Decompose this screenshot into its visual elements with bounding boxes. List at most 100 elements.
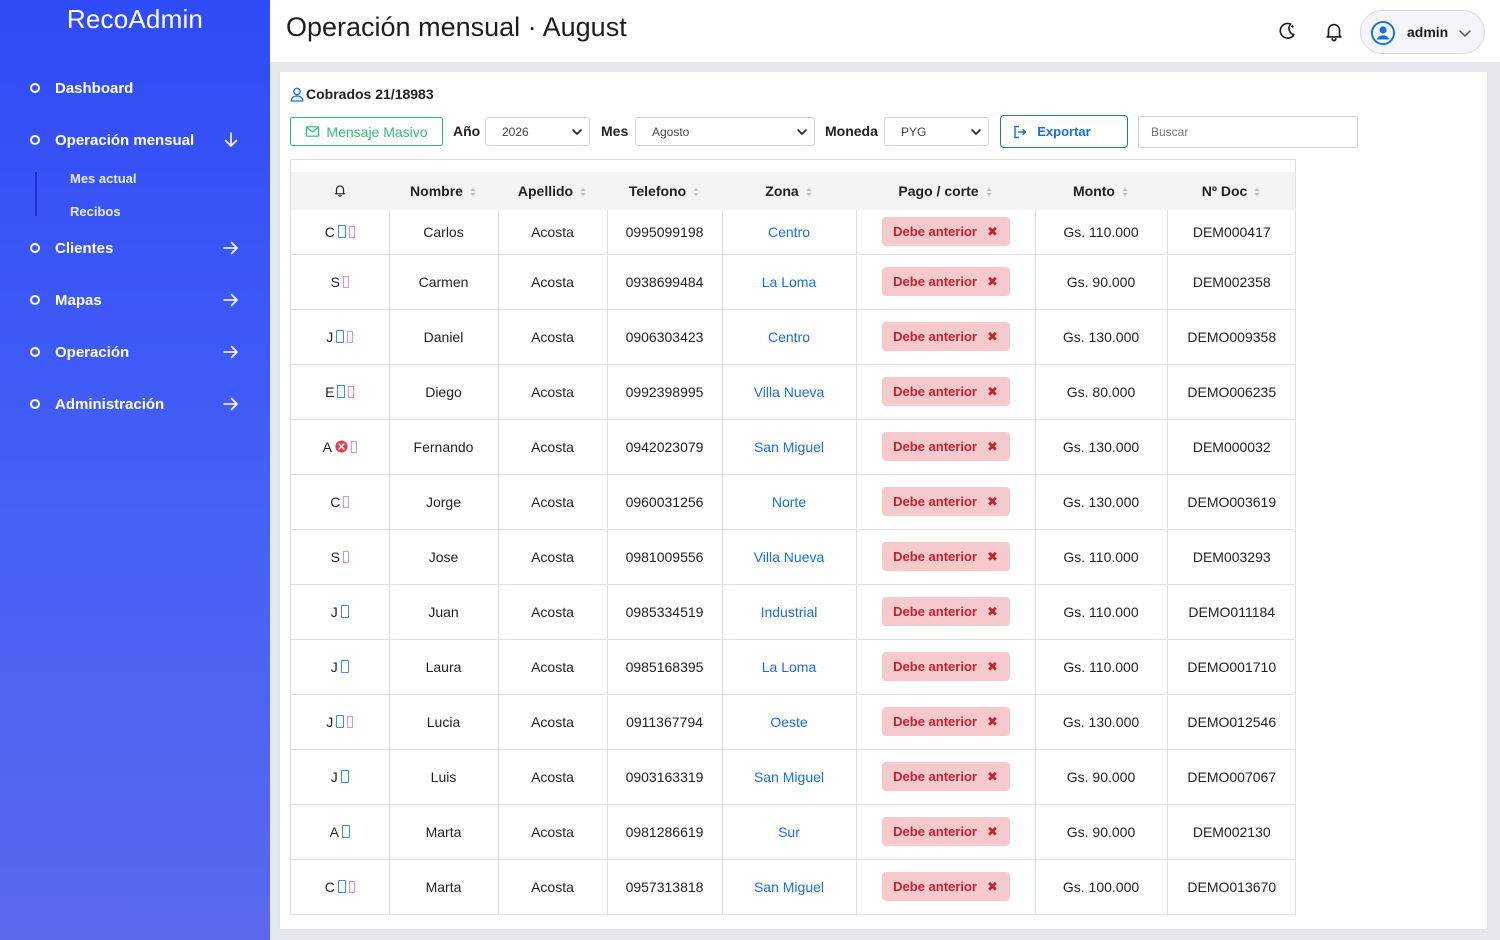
phone-icon[interactable]	[337, 880, 346, 893]
status-badge[interactable]: Debe anterior ✖	[881, 322, 1010, 351]
zona-link[interactable]: Sur	[778, 824, 800, 840]
table-row[interactable]: E Diego Acosta 0992398995 Villa Nueva Debe an…	[291, 364, 1295, 420]
status-badge[interactable]: Debe anterior ✖	[881, 872, 1010, 901]
sort-icon	[693, 188, 699, 197]
status-badge[interactable]: Debe anterior ✖	[881, 817, 1010, 846]
sidebar-item-administracion[interactable]: Administración	[0, 388, 270, 420]
sidebar-subitem-recibos[interactable]: Recibos	[70, 204, 121, 219]
doc-cell: DEMO007067	[1167, 749, 1295, 805]
phone-icon[interactable]	[340, 660, 349, 673]
doc-cell: DEM002130	[1167, 804, 1295, 860]
col-monto[interactable]: Monto	[1035, 172, 1167, 210]
arrow-right-icon	[223, 397, 238, 411]
table-row[interactable]: A Fernando Acosta 0942023079 San Miguel Debe …	[291, 419, 1295, 475]
clients-table: Nombre Apellido Telefono Zona Pago / cor…	[290, 159, 1296, 915]
col-pago[interactable]: Pago / corte	[856, 172, 1035, 210]
theme-toggle-icon[interactable]	[1276, 20, 1298, 42]
phone-icon[interactable]	[341, 825, 350, 838]
table-row[interactable]: S Carmen Acosta 0938699484 La Loma Debe anter…	[291, 254, 1295, 310]
table-row[interactable]: C Carlos Acosta 0995099198 Centro Debe anteri…	[291, 210, 1295, 255]
message-icon[interactable]	[350, 440, 357, 453]
sidebar-subitem-mes-actual[interactable]: Mes actual	[70, 171, 136, 186]
message-icon[interactable]	[348, 225, 355, 238]
sidebar-item-operacion-mensual[interactable]: Operación mensual	[0, 124, 270, 156]
brand-logo[interactable]: RecoAdmin	[0, 4, 270, 35]
zona-link[interactable]: Centro	[768, 329, 810, 345]
circle-icon	[30, 347, 40, 357]
monto-cell: Gs. 90.000	[1035, 254, 1168, 310]
message-icon[interactable]	[347, 330, 354, 343]
message-icon[interactable]	[342, 550, 349, 563]
table-row[interactable]: J Daniel Acosta 0906303423 Centro Debe anteri…	[291, 309, 1295, 365]
status-badge[interactable]: Debe anterior ✖	[881, 432, 1010, 461]
message-icon[interactable]	[348, 880, 355, 893]
status-badge[interactable]: Debe anterior ✖	[881, 707, 1010, 736]
message-icon[interactable]	[342, 275, 349, 288]
mes-select[interactable]: Agosto	[635, 117, 815, 146]
status-badge[interactable]: Debe anterior ✖	[881, 217, 1010, 247]
phone-icon[interactable]	[340, 605, 349, 618]
col-doc[interactable]: Nº Doc	[1167, 172, 1295, 210]
table-row[interactable]: J Lucia Acosta 0911367794 Oeste Debe anterior…	[291, 694, 1295, 750]
zona-link[interactable]: Villa Nueva	[754, 549, 825, 565]
message-icon[interactable]	[347, 715, 354, 728]
close-icon: ✖	[986, 878, 998, 894]
zona-link[interactable]: Oeste	[770, 714, 807, 730]
phone-icon[interactable]	[340, 770, 349, 783]
zona-link[interactable]: Industrial	[761, 604, 818, 620]
sidebar-item-dashboard[interactable]: Dashboard	[0, 72, 270, 104]
sidebar-item-clientes[interactable]: Clientes	[0, 232, 270, 264]
table-row[interactable]: A Marta Acosta 0981286619 Sur Debe anterior ✖ G…	[291, 804, 1295, 860]
table-row[interactable]: C Jorge Acosta 0960031256 Norte Debe anterior…	[291, 474, 1295, 530]
status-badge[interactable]: Debe anterior ✖	[881, 542, 1010, 571]
col-zona[interactable]: Zona	[722, 172, 856, 210]
col-notify[interactable]	[291, 172, 389, 210]
telefono-cell: 0985334519	[607, 584, 723, 640]
table-row[interactable]: J Luis Acosta 0903163319 San Miguel Debe ante…	[291, 749, 1295, 805]
user-menu[interactable]: admin	[1360, 10, 1485, 54]
col-telefono[interactable]: Telefono	[607, 172, 722, 210]
zona-link[interactable]: San Miguel	[754, 879, 824, 895]
phone-icon[interactable]	[336, 330, 345, 343]
status-badge[interactable]: Debe anterior ✖	[881, 597, 1010, 626]
col-apellido[interactable]: Apellido	[498, 172, 607, 210]
phone-icon[interactable]	[336, 715, 345, 728]
zona-link[interactable]: La Loma	[762, 274, 816, 290]
telefono-cell: 0957313818	[607, 859, 723, 914]
cobrados-text: Cobrados 21/18983	[306, 86, 434, 102]
status-badge[interactable]: Debe anterior ✖	[881, 267, 1010, 296]
search-input[interactable]	[1138, 116, 1358, 148]
status-badge[interactable]: Debe anterior ✖	[881, 377, 1010, 406]
message-icon[interactable]	[348, 385, 355, 398]
status-badge[interactable]: Debe anterior ✖	[881, 652, 1010, 681]
zona-cell: Centro	[722, 309, 857, 365]
table-row[interactable]: S Jose Acosta 0981009556 Villa Nueva Debe ant…	[291, 529, 1295, 585]
zona-link[interactable]: Norte	[772, 494, 806, 510]
phone-icon[interactable]	[337, 225, 346, 239]
table-row[interactable]: J Laura Acosta 0985168395 La Loma Debe anteri…	[291, 639, 1295, 695]
anio-select[interactable]: 2026	[485, 117, 590, 146]
message-icon[interactable]	[343, 495, 350, 508]
zona-link[interactable]: Villa Nueva	[754, 384, 825, 400]
zona-link[interactable]: Centro	[768, 224, 810, 240]
sidebar-item-operacion[interactable]: Operación	[0, 336, 270, 368]
status-badge[interactable]: Debe anterior ✖	[881, 487, 1010, 516]
moneda-select[interactable]: PYG	[884, 117, 989, 146]
telefono-cell: 0903163319	[607, 749, 723, 805]
zona-link[interactable]: San Miguel	[754, 769, 824, 785]
zona-link[interactable]: San Miguel	[754, 439, 824, 455]
sort-icon	[986, 188, 992, 197]
status-badge[interactable]: Debe anterior ✖	[881, 762, 1010, 791]
badge-label: Debe anterior	[893, 714, 977, 729]
zona-link[interactable]: La Loma	[762, 659, 816, 675]
table-row[interactable]: J Juan Acosta 0985334519 Industrial Debe ante…	[291, 584, 1295, 640]
col-nombre[interactable]: Nombre	[389, 172, 498, 210]
phone-icon[interactable]	[337, 385, 346, 398]
mensaje-masivo-button[interactable]: Mensaje Masivo	[290, 117, 443, 146]
table-row[interactable]: C Marta Acosta 0957313818 San Miguel Debe ant…	[291, 859, 1295, 914]
exportar-button[interactable]: Exportar	[1000, 115, 1128, 148]
bell-icon[interactable]	[1323, 20, 1345, 42]
badge-label: Debe anterior	[893, 879, 977, 894]
error-icon[interactable]	[335, 440, 348, 453]
sidebar-item-mapas[interactable]: Mapas	[0, 284, 270, 316]
